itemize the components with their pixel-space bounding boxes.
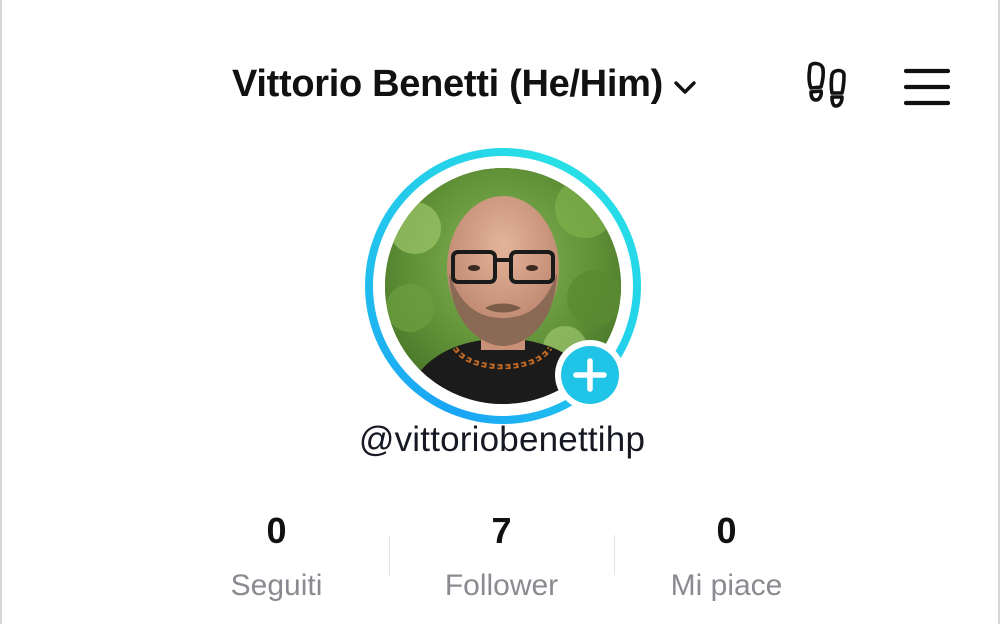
profile-header: Vittorio Benetti (He/Him): [2, 55, 1000, 115]
stat-likes-label: Mi piace: [670, 569, 783, 602]
add-story-circle: [561, 346, 619, 404]
stat-likes-count: 0: [716, 510, 737, 551]
add-story-button[interactable]: [555, 340, 625, 410]
username: @vittoriobenettihp: [358, 420, 646, 459]
stat-followers-count: 7: [491, 510, 512, 551]
account-switcher[interactable]: Vittorio Benetti (He/Him): [232, 63, 699, 106]
chevron-down-icon: [674, 80, 696, 94]
stat-following-label: Seguiti: [230, 569, 323, 602]
stat-followers-label: Follower: [444, 569, 559, 602]
plus-icon: [573, 358, 607, 392]
stat-likes[interactable]: 0 Mi piace: [614, 505, 839, 611]
profile-screen: Vittorio Benetti (He/Him) @vittoriobenet…: [0, 0, 1000, 624]
stat-following-count: 0: [266, 510, 287, 551]
hamburger-menu-icon[interactable]: [902, 65, 952, 109]
profile-stats: 0 Seguiti 7 Follower 0 Mi piace: [2, 505, 1000, 615]
footprint-icon[interactable]: [802, 59, 852, 115]
stat-followers[interactable]: 7 Follower: [389, 505, 614, 611]
stat-following[interactable]: 0 Seguiti: [164, 505, 389, 611]
profile-name: Vittorio Benetti (He/Him): [232, 63, 663, 105]
